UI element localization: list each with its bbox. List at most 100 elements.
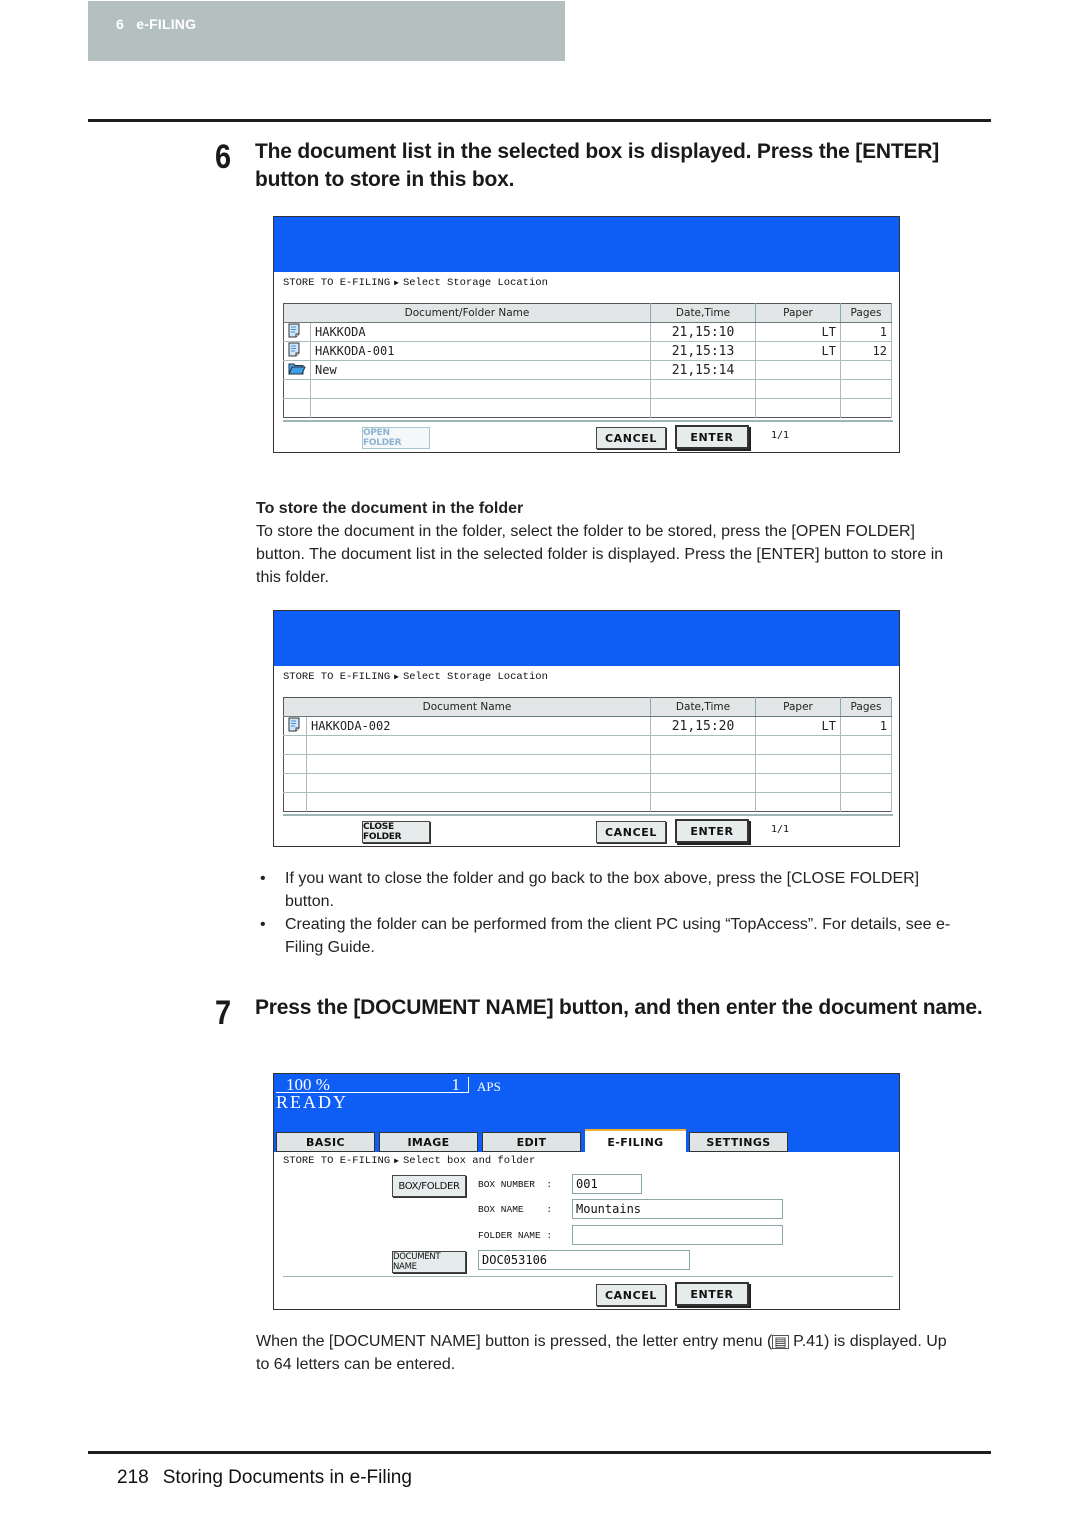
breadcrumb-root: STORE TO E-FILING <box>283 277 391 289</box>
breadcrumb: STORE TO E-FILING ▶ Select Storage Locatio… <box>274 671 548 683</box>
tab-image[interactable]: IMAGE <box>379 1132 478 1152</box>
column-header-datetime[interactable]: Date,Time <box>650 303 756 323</box>
document-icon <box>288 323 300 341</box>
folder-icon <box>288 363 306 378</box>
table-row[interactable] <box>283 773 892 793</box>
tab-edit[interactable]: EDIT <box>482 1132 581 1152</box>
row-icon <box>283 773 307 793</box>
breadcrumb-page: Select box and folder <box>402 1155 536 1167</box>
table-row[interactable] <box>283 735 892 755</box>
note-item: Creating the folder can be performed fro… <box>256 913 956 959</box>
cancel-button[interactable]: CANCEL <box>596 1284 666 1306</box>
row-name <box>310 379 651 399</box>
table-row[interactable] <box>283 379 892 399</box>
note-text: When the [DOCUMENT NAME] button is press… <box>256 1333 773 1350</box>
table-row[interactable]: HAKKODA-001 21,15:13 LT 12 <box>283 341 892 361</box>
column-header-pages[interactable]: Pages <box>840 303 892 323</box>
column-header-paper[interactable]: Paper <box>755 303 841 323</box>
divider <box>283 814 893 816</box>
column-header-name[interactable]: Document Name <box>283 697 651 717</box>
row-pages: 1 <box>840 322 892 342</box>
folder-note-text: To store the document in the folder, sel… <box>256 523 944 586</box>
copy-count: 1 <box>451 1075 461 1094</box>
box-number-field[interactable]: 001 <box>572 1174 642 1194</box>
row-pages <box>840 379 892 399</box>
step-number: 6 <box>215 138 232 176</box>
book-icon: ▤ <box>772 1334 789 1349</box>
row-paper <box>755 360 841 380</box>
table-row[interactable]: New 21,15:14 <box>283 360 892 380</box>
chapter-label: 6 e-FILING <box>116 16 197 32</box>
tab-e-filing[interactable]: E-FILING <box>585 1129 686 1154</box>
breadcrumb-page: Select Storage Location <box>402 671 548 683</box>
table-header-row: Document Name Date,Time Paper Pages <box>283 697 892 717</box>
table-row[interactable]: HAKKODA-002 21,15:20 LT 1 <box>283 716 892 736</box>
column-header-pages[interactable]: Pages <box>840 697 892 717</box>
header-rule <box>88 119 991 122</box>
row-pages <box>840 360 892 380</box>
table-row[interactable] <box>283 792 892 812</box>
chapter-tab: 6 e-FILING <box>88 1 565 61</box>
table-row[interactable] <box>283 398 892 418</box>
footer-rule <box>88 1451 991 1454</box>
enter-button[interactable]: ENTER <box>675 819 749 843</box>
page-indicator: 1/1 <box>771 430 790 441</box>
row-name <box>306 754 651 774</box>
row-name: HAKKODA-001 <box>310 341 651 361</box>
column-header-paper[interactable]: Paper <box>755 697 841 717</box>
document-list-table: Document Name Date,Time Paper Pages HAKK… <box>283 697 892 812</box>
tab-settings[interactable]: SETTINGS <box>689 1132 788 1152</box>
row-paper: LT <box>755 341 841 361</box>
row-paper <box>755 398 841 418</box>
cancel-button[interactable]: CANCEL <box>596 821 666 843</box>
footer-title: Storing Documents in e-Filing <box>162 1467 412 1488</box>
enter-button[interactable]: ENTER <box>675 425 749 449</box>
table-row[interactable] <box>283 754 892 774</box>
document-name-button[interactable]: DOCUMENT NAME <box>392 1251 466 1273</box>
note-item: If you want to close the folder and go b… <box>256 867 956 913</box>
breadcrumb-arrow-icon: ▶ <box>394 673 399 682</box>
row-datetime <box>650 398 756 418</box>
copier-screen-box-list: STORE TO E-FILING ▶ Select Storage Locatio… <box>273 216 900 453</box>
folder-name-field[interactable] <box>572 1225 783 1245</box>
copier-screen-folder-list: STORE TO E-FILING ▶ Select Storage Locatio… <box>273 610 900 847</box>
row-pages <box>840 735 892 755</box>
enter-button[interactable]: ENTER <box>675 1282 749 1306</box>
row-name: HAKKODA-002 <box>306 716 651 736</box>
row-icon <box>283 398 311 418</box>
tab-basic[interactable]: BASIC <box>276 1132 375 1152</box>
divider <box>283 420 893 422</box>
row-name: New <box>310 360 651 380</box>
row-name <box>306 735 651 755</box>
box-name-label: BOX NAME : <box>478 1204 553 1215</box>
column-header-datetime[interactable]: Date,Time <box>650 697 756 717</box>
zoom-copies-display: 100 % 1 <box>276 1075 469 1094</box>
zoom-level: 100 % <box>286 1075 330 1094</box>
row-paper: LT <box>755 322 841 342</box>
notes-list: If you want to close the folder and go b… <box>256 867 956 959</box>
document-name-note: When the [DOCUMENT NAME] button is press… <box>256 1330 956 1376</box>
row-icon <box>283 792 307 812</box>
box-folder-button[interactable]: BOX/FOLDER <box>392 1175 466 1197</box>
screen-header <box>274 217 899 272</box>
row-icon <box>283 379 311 399</box>
status-bar: 100 % 1 APS READY <box>274 1074 899 1132</box>
box-number-label: BOX NUMBER : <box>478 1179 553 1190</box>
function-tabs: BASIC IMAGE EDIT E-FILING SETTINGS <box>274 1129 899 1154</box>
paper-mode: APS <box>477 1079 501 1094</box>
breadcrumb-page: Select Storage Location <box>402 277 548 289</box>
column-header-name[interactable]: Document/Folder Name <box>283 303 651 323</box>
table-header-row: Document/Folder Name Date,Time Paper Pag… <box>283 303 892 323</box>
breadcrumb: STORE TO E-FILING ▶ Select Storage Locatio… <box>274 277 548 289</box>
table-row[interactable]: HAKKODA 21,15:10 LT 1 <box>283 322 892 342</box>
document-name-field[interactable]: DOC053106 <box>478 1250 690 1270</box>
open-folder-button[interactable]: OPEN FOLDER <box>362 427 430 449</box>
row-datetime <box>650 773 756 793</box>
box-name-field[interactable]: Mountains <box>572 1199 783 1219</box>
breadcrumb-root: STORE TO E-FILING <box>283 671 391 683</box>
row-icon <box>283 341 311 361</box>
row-name <box>306 792 651 812</box>
cancel-button[interactable]: CANCEL <box>596 427 666 449</box>
close-folder-button[interactable]: CLOSE FOLDER <box>362 821 430 843</box>
row-name: HAKKODA <box>310 322 651 342</box>
